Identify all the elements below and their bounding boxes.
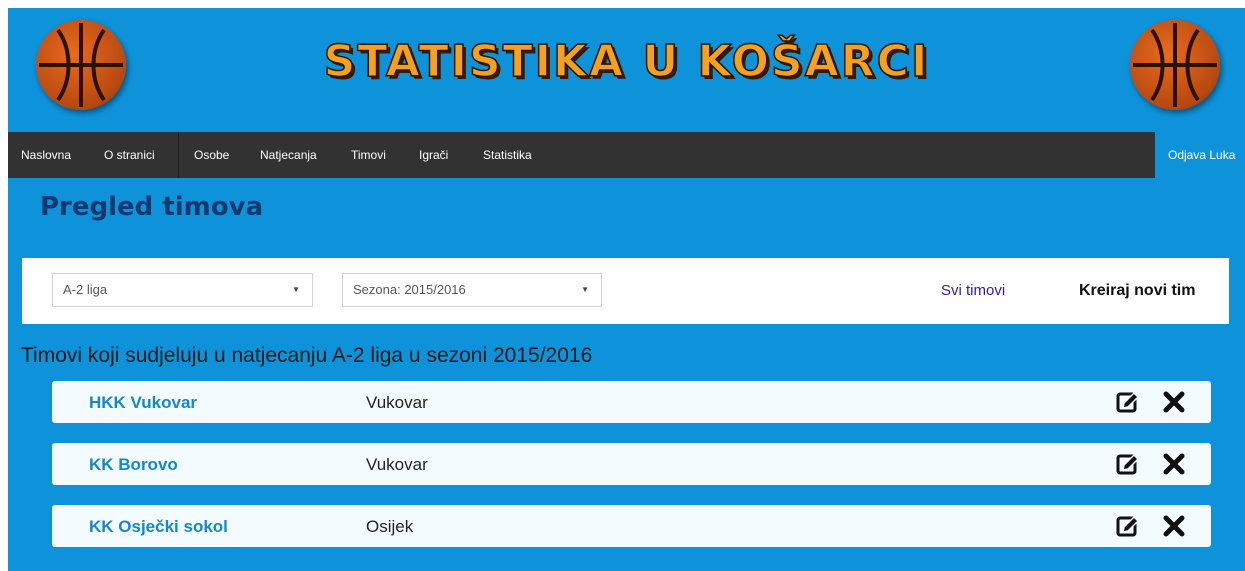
- nav-item-osobe[interactable]: Osobe: [194, 132, 229, 178]
- basketball-icon: [1130, 20, 1220, 110]
- page-frame: STATISTIKA U KOŠARCI Naslovna O stranici…: [8, 8, 1245, 571]
- season-select-value: Sezona: 2015/2016: [353, 282, 466, 297]
- team-name-link[interactable]: KK Osječki sokol: [89, 517, 228, 537]
- team-list-caption: Timovi koji sudjeluju u natjecanju A-2 l…: [21, 344, 593, 367]
- league-select-value: A-2 liga: [63, 282, 108, 297]
- nav-item-statistika[interactable]: Statistika: [483, 132, 532, 178]
- nav-item-o-stranici[interactable]: O stranici: [104, 132, 155, 178]
- close-icon[interactable]: [1163, 391, 1185, 413]
- team-name-link[interactable]: HKK Vukovar: [89, 393, 197, 413]
- chevron-down-icon: ▼: [581, 285, 589, 294]
- logout-link[interactable]: Odjava Luka: [1168, 132, 1235, 178]
- edit-icon[interactable]: [1116, 390, 1140, 414]
- table-row: HKK Vukovar Vukovar: [52, 381, 1211, 423]
- nav-divider: [178, 132, 179, 178]
- season-select[interactable]: Sezona: 2015/2016 ▼: [342, 273, 602, 307]
- page-title: Pregled timova: [40, 192, 264, 222]
- all-teams-link[interactable]: Svi timovi: [941, 282, 1005, 299]
- nav-item-naslovna[interactable]: Naslovna: [21, 132, 71, 178]
- nav-item-natjecanja[interactable]: Natjecanja: [260, 132, 317, 178]
- edit-icon[interactable]: [1116, 514, 1140, 538]
- team-city: Vukovar: [366, 393, 428, 412]
- league-select[interactable]: A-2 liga ▼: [52, 273, 313, 307]
- team-city: Vukovar: [366, 455, 428, 474]
- site-title: STATISTIKA U KOŠARCI: [323, 35, 930, 88]
- table-row: KK Borovo Vukovar: [52, 443, 1211, 485]
- team-name-link[interactable]: KK Borovo: [89, 455, 178, 475]
- nav-item-igraci[interactable]: Igrači: [419, 132, 448, 178]
- create-team-button[interactable]: Kreiraj novi tim: [1079, 282, 1195, 300]
- table-row: KK Osječki sokol Osijek: [52, 505, 1211, 547]
- filter-bar: A-2 liga ▼ Sezona: 2015/2016 ▼ Svi timov…: [22, 258, 1229, 324]
- close-icon[interactable]: [1163, 453, 1185, 475]
- team-city: Osijek: [366, 517, 414, 536]
- nav-item-timovi[interactable]: Timovi: [351, 132, 386, 178]
- chevron-down-icon: ▼: [292, 285, 300, 294]
- close-icon[interactable]: [1163, 515, 1185, 537]
- site-header: STATISTIKA U KOŠARCI: [8, 8, 1245, 132]
- edit-icon[interactable]: [1116, 452, 1140, 476]
- main-navbar: Naslovna O stranici Osobe Natjecanja Tim…: [8, 132, 1245, 178]
